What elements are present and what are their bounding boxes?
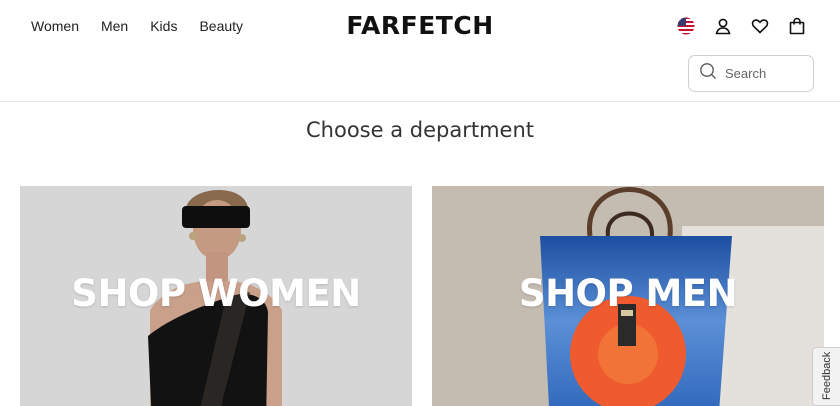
shop-men-label: SHOP MEN [518, 272, 738, 315]
account-icon[interactable] [713, 16, 733, 36]
search-input[interactable] [725, 66, 805, 81]
shop-women-label: SHOP WOMEN [71, 272, 361, 315]
wishlist-heart-icon[interactable] [750, 16, 770, 36]
shop-men-card[interactable]: SHOP MEN [432, 186, 824, 406]
shop-women-card[interactable]: SHOP WOMEN [20, 186, 412, 406]
header-actions [676, 16, 807, 36]
page-title: Choose a department [306, 118, 534, 142]
feedback-tab[interactable]: Feedback [812, 347, 840, 406]
search-box[interactable] [688, 55, 814, 92]
us-flag-icon[interactable] [676, 16, 696, 36]
shopping-bag-icon[interactable] [787, 16, 807, 36]
feedback-label: Feedback [821, 351, 833, 400]
search-icon [699, 62, 717, 85]
site-header: Women Men Kids Beauty FARFETCH [0, 0, 840, 102]
